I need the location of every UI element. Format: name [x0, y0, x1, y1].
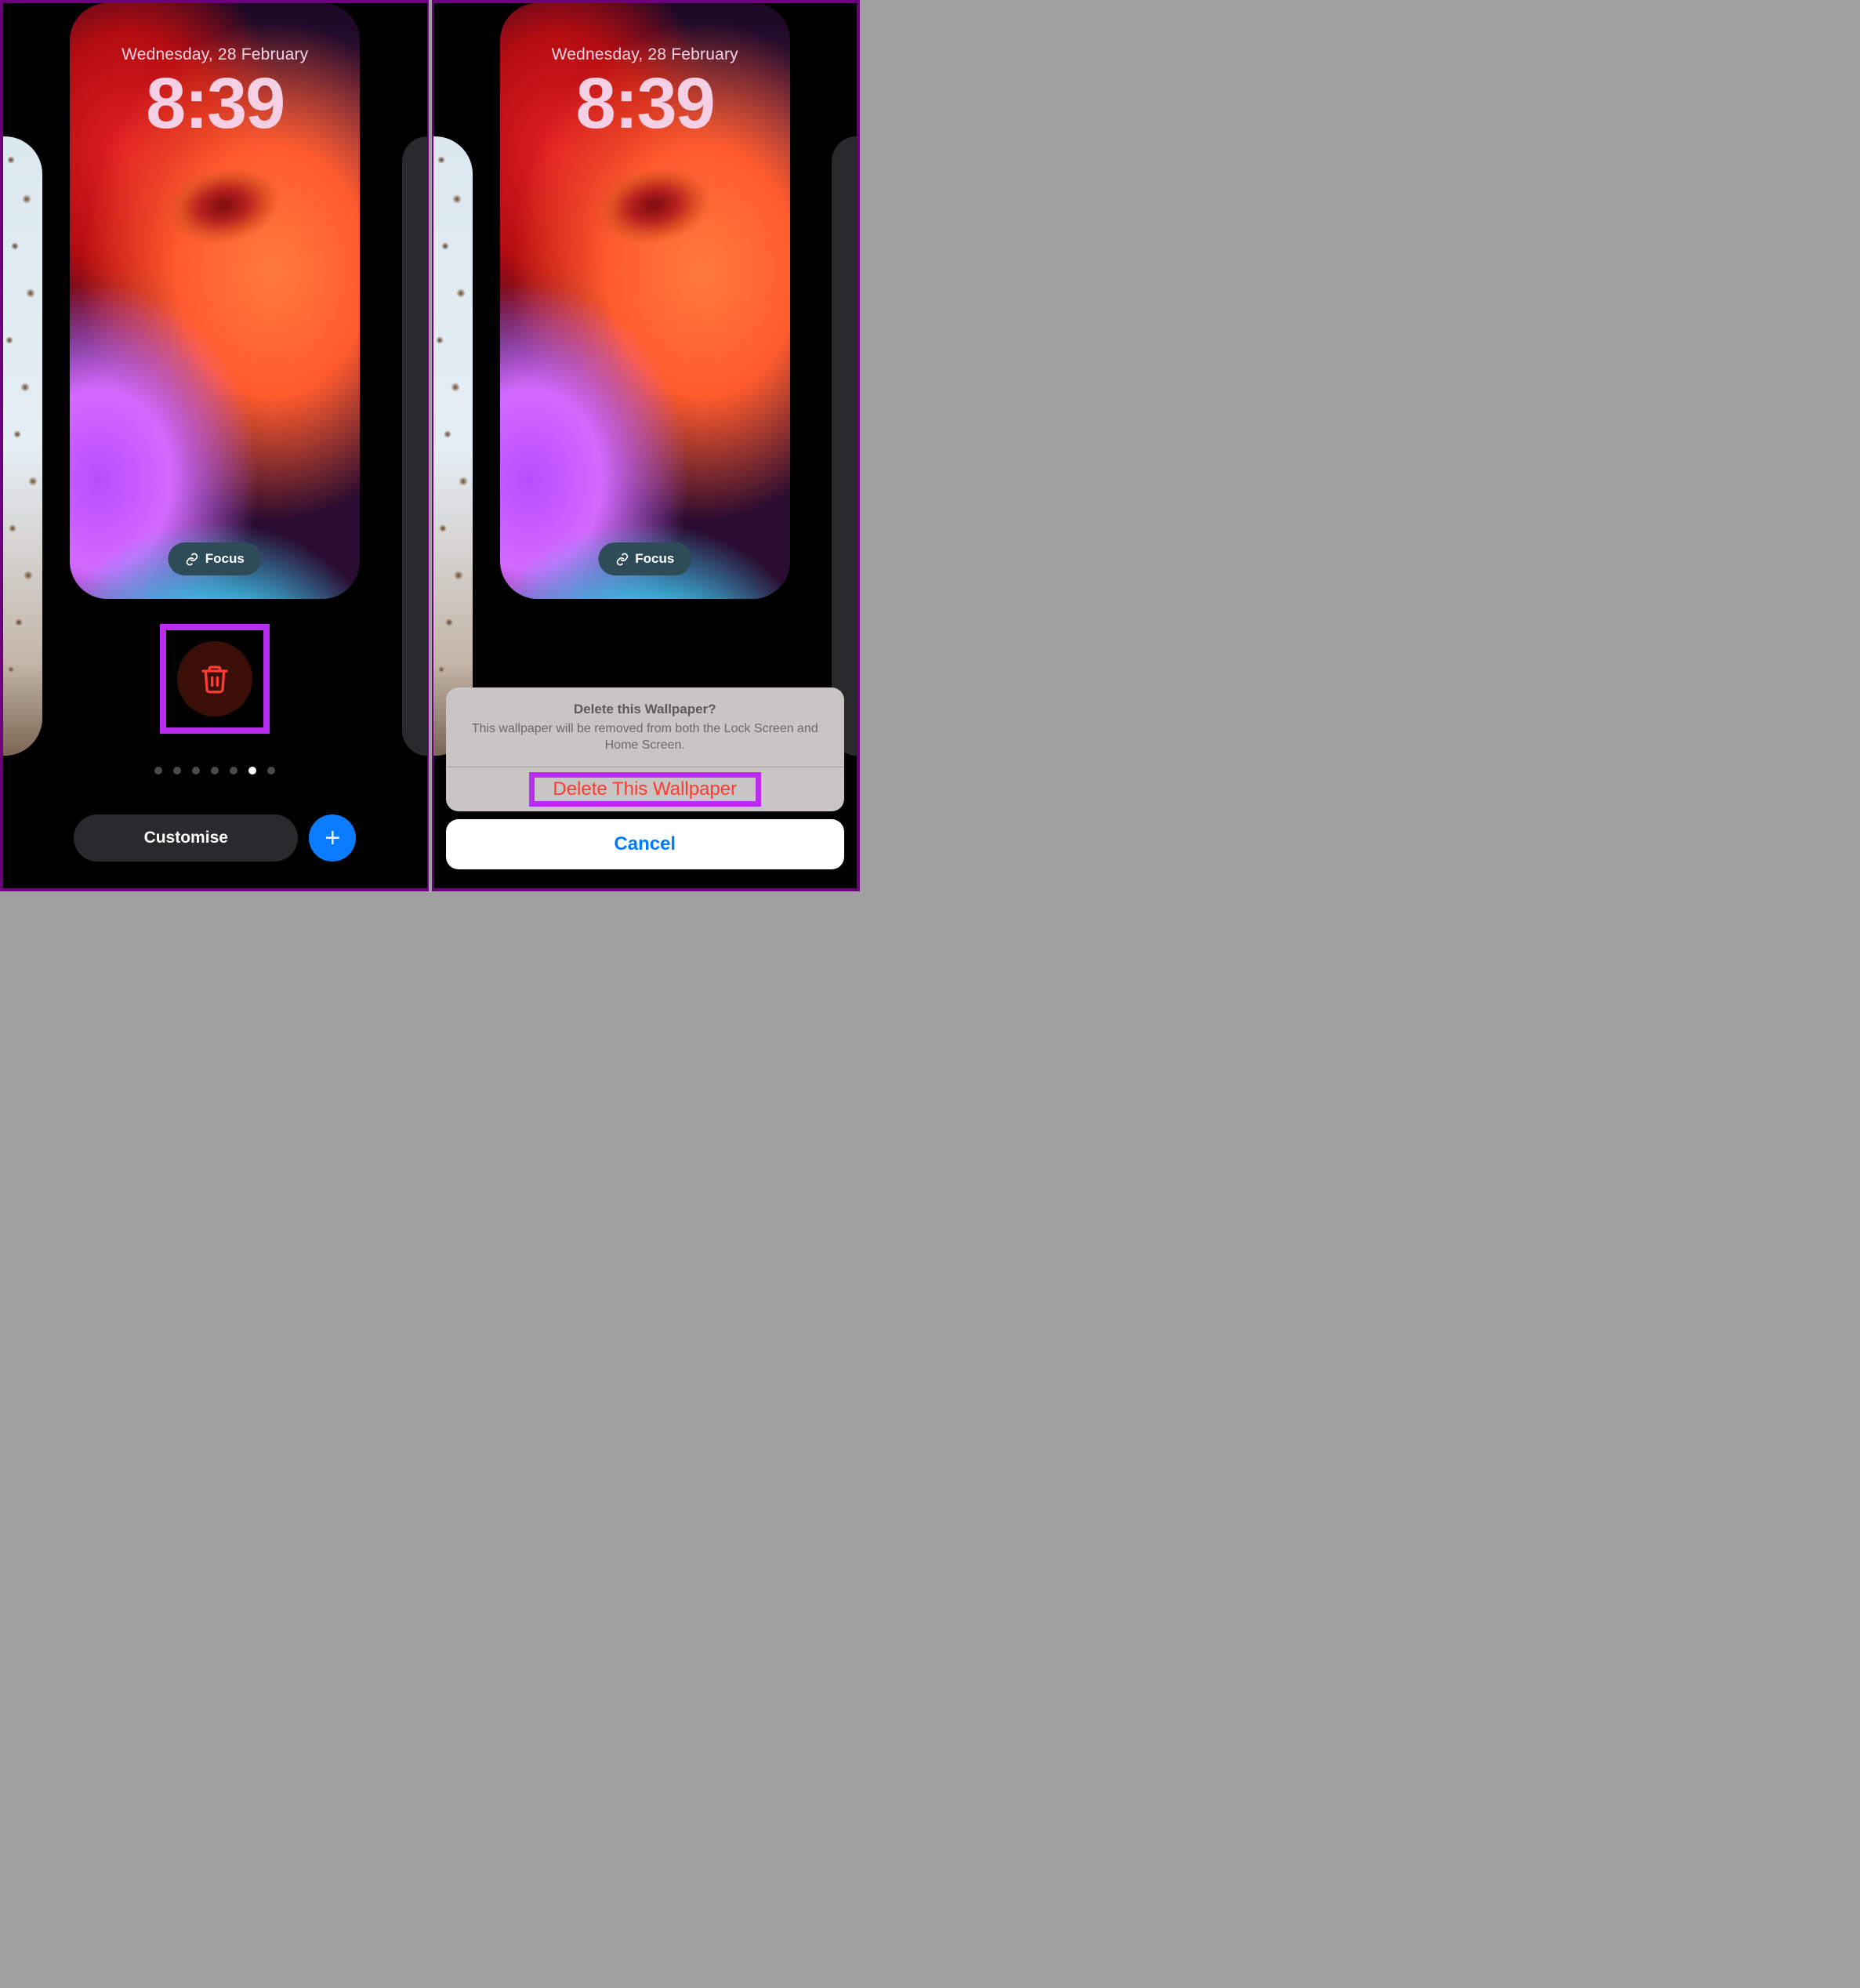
delete-action-row[interactable]: Delete This Wallpaper	[446, 767, 845, 811]
page-dot	[211, 767, 219, 775]
sheet-message: This wallpaper will be removed from both…	[468, 720, 823, 754]
add-wallpaper-button[interactable]: +	[309, 814, 356, 862]
action-sheet-body: Delete this Wallpaper? This wallpaper wi…	[446, 687, 845, 811]
page-indicator	[3, 767, 427, 775]
page-dot	[192, 767, 200, 775]
page-dot	[267, 767, 275, 775]
trash-icon	[199, 663, 230, 695]
current-wallpaper-card[interactable]: Wednesday, 28 February 8:39 Focus	[70, 3, 360, 599]
action-sheet-header: Delete this Wallpaper? This wallpaper wi…	[446, 687, 845, 767]
customise-button[interactable]: Customise	[74, 814, 298, 862]
butterfly-texture	[3, 136, 42, 756]
sheet-title: Delete this Wallpaper?	[468, 702, 823, 717]
delete-action-label: Delete This Wallpaper	[553, 778, 737, 800]
page-dot-active	[248, 767, 256, 775]
page-dot	[173, 767, 181, 775]
link-icon	[186, 553, 199, 566]
wallpaper-gallery-screen: Wednesday, 28 February 8:39 Focus	[0, 0, 429, 891]
customise-label: Customise	[144, 829, 228, 847]
delete-wallpaper-button[interactable]	[177, 641, 252, 716]
delete-action-sheet: Delete this Wallpaper? This wallpaper wi…	[446, 687, 845, 869]
focus-button[interactable]: Focus	[169, 542, 262, 575]
cancel-button[interactable]: Cancel	[446, 819, 845, 869]
delete-confirm-screen: Wednesday, 28 February 8:39 Focus Delete…	[432, 0, 861, 891]
plus-icon: +	[325, 823, 340, 854]
bottom-toolbar: Customise +	[3, 814, 427, 862]
page-dot	[230, 767, 237, 775]
cancel-label: Cancel	[614, 833, 676, 854]
next-wallpaper-peek[interactable]	[402, 136, 427, 756]
trash-highlight-box	[160, 624, 270, 734]
focus-label: Focus	[205, 551, 245, 567]
lockscreen-time: 8:39	[70, 63, 360, 145]
lockscreen-date: Wednesday, 28 February	[70, 45, 360, 64]
page-dot	[154, 767, 162, 775]
prev-wallpaper-peek[interactable]	[3, 136, 42, 756]
